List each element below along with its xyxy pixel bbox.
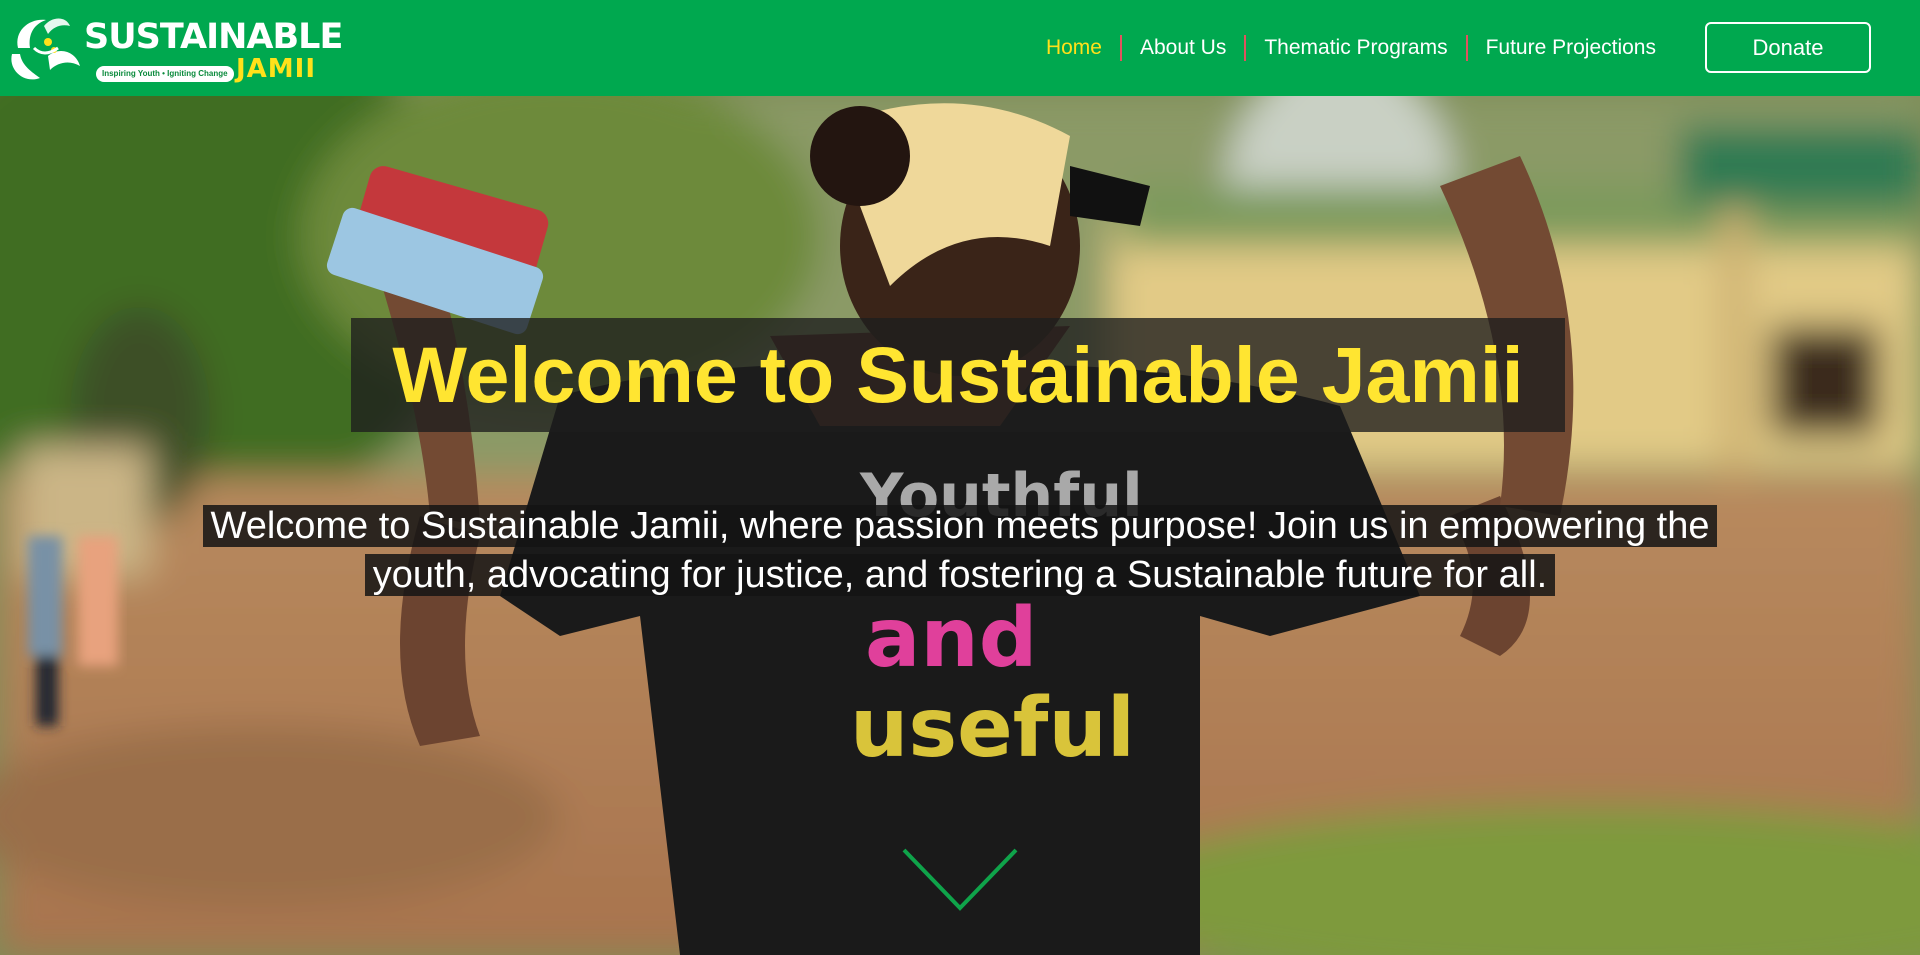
site-logo[interactable]: SUSTAINABLE Inspiring Youth • Igniting C…	[4, 4, 343, 90]
hero-title: Welcome to Sustainable Jamii	[351, 318, 1565, 432]
main-navigation: Home About Us Thematic Programs Future P…	[1028, 32, 1674, 64]
donate-button[interactable]: Donate	[1705, 22, 1871, 73]
nav-thematic-programs[interactable]: Thematic Programs	[1246, 32, 1465, 64]
logo-tagline: Inspiring Youth • Igniting Change	[96, 66, 234, 82]
hero-section: Youthful and useful Welcome to Sustainab…	[0, 96, 1920, 955]
hero-description-text: Welcome to Sustainable Jamii, where pass…	[202, 505, 1718, 596]
site-header: SUSTAINABLE Inspiring Youth • Igniting C…	[0, 0, 1920, 96]
logo-title: SUSTAINABLE	[84, 17, 343, 57]
nav-home[interactable]: Home	[1028, 32, 1120, 64]
logo-subtitle: JAMII	[236, 54, 317, 84]
leaf-globe-logo-icon	[11, 18, 80, 80]
svg-text:and: and	[865, 591, 1037, 686]
svg-text:useful: useful	[850, 681, 1135, 776]
hero-description: Welcome to Sustainable Jamii, where pass…	[190, 502, 1730, 600]
chevron-down-icon[interactable]	[900, 846, 1020, 916]
nav-future-projections[interactable]: Future Projections	[1468, 32, 1674, 64]
nav-about-us[interactable]: About Us	[1122, 32, 1244, 64]
